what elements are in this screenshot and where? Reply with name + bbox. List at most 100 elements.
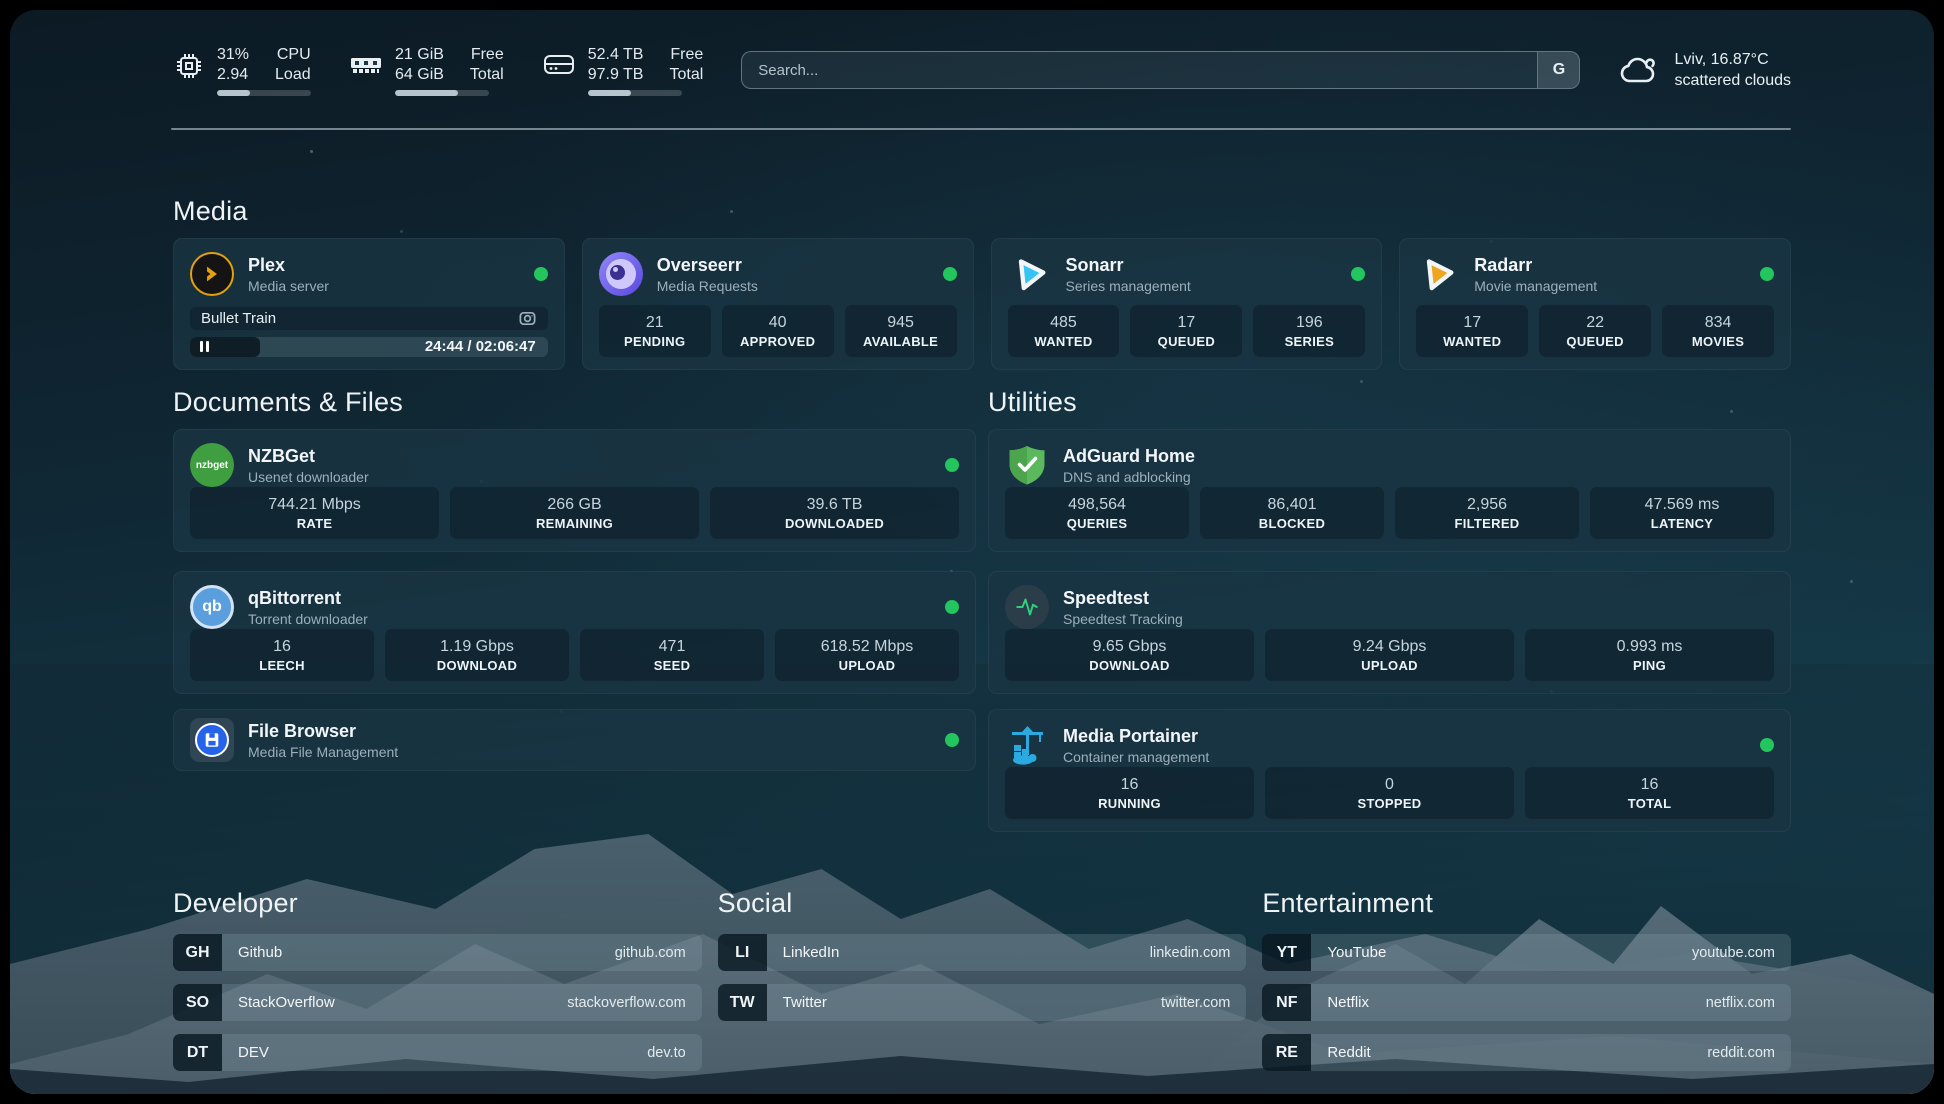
memory-icon — [349, 50, 383, 80]
bookmark-github[interactable]: GH Github github.com — [173, 934, 702, 971]
stat-tile: 0STOPPED — [1265, 767, 1514, 819]
app-description: Usenet downloader — [248, 469, 369, 485]
app-description: Speedtest Tracking — [1063, 611, 1183, 627]
cpu-load-label: Load — [275, 65, 311, 85]
top-bar: 31% 2.94 CPU Load — [173, 38, 1791, 102]
bookmark-tag: LI — [718, 934, 767, 971]
stat-tile: 16LEECH — [190, 629, 374, 681]
cloud-icon — [1616, 52, 1660, 88]
app-name: Media Portainer — [1063, 726, 1209, 747]
search-input[interactable] — [742, 52, 1537, 88]
overseerr-card[interactable]: Overseerr Media Requests 21PENDING 40APP… — [582, 238, 974, 370]
cpu-icon — [173, 50, 205, 82]
app-name: qBittorrent — [248, 588, 368, 609]
storage-total-value: 97.9 TB — [588, 65, 644, 85]
bookmark-name: Netflix — [1327, 994, 1369, 1011]
stat-tile: 39.6 TBDOWNLOADED — [710, 487, 959, 539]
snow-specks — [310, 150, 313, 153]
bookmark-group-developer: Developer GH Github github.com SO StackO… — [173, 888, 702, 1071]
memory-total-label: Total — [470, 65, 504, 85]
plex-icon — [190, 252, 234, 296]
stat-tile: 0.993 msPING — [1525, 629, 1774, 681]
stat-tile: 744.21 MbpsRATE — [190, 487, 439, 539]
stat-tile: 22QUEUED — [1539, 305, 1651, 357]
stat-tile: 2,956FILTERED — [1395, 487, 1579, 539]
bookmark-stackoverflow[interactable]: SO StackOverflow stackoverflow.com — [173, 984, 702, 1021]
app-description: Movie management — [1474, 278, 1597, 294]
stat-tile: 21PENDING — [599, 305, 711, 357]
bookmark-url: twitter.com — [1161, 995, 1230, 1011]
app-description: Series management — [1066, 278, 1191, 294]
stat-tile: 196SERIES — [1253, 305, 1365, 357]
pause-button[interactable] — [200, 341, 209, 352]
bookmark-tag: NF — [1262, 984, 1311, 1021]
app-name: Speedtest — [1063, 588, 1183, 609]
app-name: AdGuard Home — [1063, 446, 1195, 467]
bookmark-reddit[interactable]: RE Reddit reddit.com — [1262, 1034, 1791, 1071]
filebrowser-icon — [190, 718, 234, 762]
bookmark-name: LinkedIn — [783, 944, 840, 961]
portainer-icon — [1005, 723, 1049, 767]
overseerr-icon — [599, 252, 643, 296]
section-title-social: Social — [718, 888, 1247, 919]
app-name: Plex — [248, 255, 329, 276]
storage-icon — [542, 50, 576, 80]
status-dot — [943, 267, 957, 281]
storage-free-value: 52.4 TB — [588, 45, 644, 65]
stat-tile: 9.24 GbpsUPLOAD — [1265, 629, 1514, 681]
bookmark-netflix[interactable]: NF Netflix netflix.com — [1262, 984, 1791, 1021]
section-title-media: Media — [173, 196, 1791, 227]
app-name: Overseerr — [657, 255, 758, 276]
storage-total-label: Total — [669, 65, 703, 85]
bookmark-name: Reddit — [1327, 1044, 1370, 1061]
portainer-card[interactable]: Media Portainer Container management 16R… — [988, 709, 1791, 832]
radarr-icon — [1416, 252, 1460, 296]
bookmark-tag: SO — [173, 984, 222, 1021]
bookmark-tag: RE — [1262, 1034, 1311, 1071]
stat-tile: 86,401BLOCKED — [1200, 487, 1384, 539]
plex-card[interactable]: Plex Media server Bullet Train — [173, 238, 565, 370]
app-name: Sonarr — [1066, 255, 1191, 276]
radarr-card[interactable]: Radarr Movie management 17WANTED 22QUEUE… — [1399, 238, 1791, 370]
search-bar: G — [741, 51, 1580, 89]
app-description: Media File Management — [248, 744, 398, 760]
bookmark-tag: TW — [718, 984, 767, 1021]
stat-tile: 945AVAILABLE — [845, 305, 957, 357]
media-cards-row: Plex Media server Bullet Train — [173, 238, 1791, 370]
bookmark-url: reddit.com — [1707, 1045, 1775, 1061]
google-search-button[interactable]: G — [1537, 52, 1579, 88]
qbittorrent-card[interactable]: qb qBittorrent Torrent downloader 16LEEC… — [173, 571, 976, 694]
nzbget-card[interactable]: nzbget NZBGet Usenet downloader 744.21 M… — [173, 429, 976, 552]
bookmark-group-entertainment: Entertainment YT YouTube youtube.com NF … — [1262, 888, 1791, 1071]
bookmark-youtube[interactable]: YT YouTube youtube.com — [1262, 934, 1791, 971]
stat-tile: 471SEED — [580, 629, 764, 681]
section-title-documents: Documents & Files — [173, 387, 976, 418]
bookmark-name: StackOverflow — [238, 994, 335, 1011]
bookmark-linkedin[interactable]: LI LinkedIn linkedin.com — [718, 934, 1247, 971]
stat-tile: 485WANTED — [1008, 305, 1120, 357]
sonarr-card[interactable]: Sonarr Series management 485WANTED 17QUE… — [991, 238, 1383, 370]
topbar-divider — [171, 128, 1791, 130]
stat-tile: 618.52 MbpsUPLOAD — [775, 629, 959, 681]
status-dot — [945, 733, 959, 747]
bookmark-twitter[interactable]: TW Twitter twitter.com — [718, 984, 1247, 1021]
speedtest-icon — [1005, 585, 1049, 629]
bookmark-group-social: Social LI LinkedIn linkedin.com TW Twitt… — [718, 888, 1247, 1071]
status-dot — [945, 600, 959, 614]
bookmark-dev[interactable]: DT DEV dev.to — [173, 1034, 702, 1071]
stat-tile: 17QUEUED — [1130, 305, 1242, 357]
section-title-entertainment: Entertainment — [1262, 888, 1791, 919]
bookmark-url: linkedin.com — [1150, 945, 1231, 961]
storage-free-label: Free — [669, 45, 703, 65]
now-playing-title: Bullet Train — [201, 310, 276, 327]
bookmark-url: youtube.com — [1692, 945, 1775, 961]
status-dot — [1760, 738, 1774, 752]
video-session-icon — [518, 309, 537, 328]
speedtest-card[interactable]: Speedtest Speedtest Tracking 9.65 GbpsDO… — [988, 571, 1791, 694]
bookmark-tag: GH — [173, 934, 222, 971]
storage-stat: 52.4 TB 97.9 TB Free Total — [542, 45, 704, 96]
filebrowser-card[interactable]: File Browser Media File Management — [173, 709, 976, 771]
stat-tile: 16RUNNING — [1005, 767, 1254, 819]
adguard-card[interactable]: AdGuard Home DNS and adblocking 498,564Q… — [988, 429, 1791, 552]
sonarr-icon — [1008, 252, 1052, 296]
